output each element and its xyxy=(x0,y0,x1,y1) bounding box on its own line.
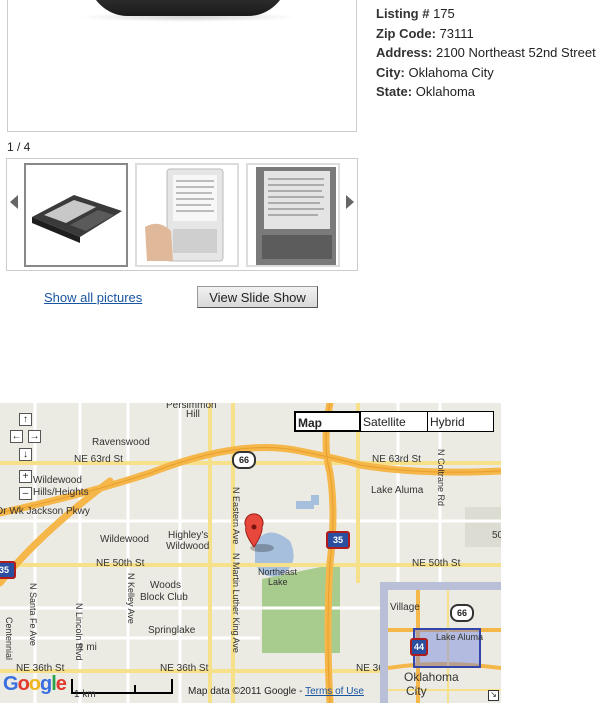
zip-code-row: Zip Code: 73111 xyxy=(376,25,474,41)
show-all-pictures-link[interactable]: Show all pictures xyxy=(44,290,142,305)
zip-code: 73111 xyxy=(439,25,474,41)
map-copyright: Map data ©2011 Google - Terms of Use xyxy=(188,686,364,697)
label-ne-50th-west: NE 50th St xyxy=(96,558,145,569)
listing-details: Listing # 175 Zip Code: 73111 Address: 2… xyxy=(376,4,596,102)
label-hill: Hill xyxy=(186,409,200,420)
thumbnail-3[interactable] xyxy=(246,163,340,267)
label-wildewood: Wildewood xyxy=(100,534,149,545)
scale-km: 1 km xyxy=(74,689,96,700)
label-wildewood-hills: Wildewood xyxy=(33,475,82,486)
map-type-map-button[interactable]: Map xyxy=(294,411,361,432)
kindle-hand-icon xyxy=(145,168,224,262)
address-row: Address: 2100 Northeast 52nd Street xyxy=(376,45,596,60)
google-logo[interactable]: Google xyxy=(3,673,67,696)
ov-label-village: Village xyxy=(390,602,420,613)
state-row: State: Oklahoma xyxy=(376,84,475,99)
photo-counter: 1 / 4 xyxy=(7,140,31,154)
label-centennial: Centennial xyxy=(4,617,14,661)
thumbnail-strip xyxy=(6,158,358,271)
ov-label-city: City xyxy=(406,684,427,698)
previous-arrow-icon[interactable] xyxy=(10,195,18,209)
thumbnail-2[interactable] xyxy=(135,163,239,267)
pan-up-icon[interactable]: ↑ xyxy=(19,413,32,426)
label-lake: Lake xyxy=(268,577,288,587)
state: Oklahoma xyxy=(415,84,475,99)
overview-map-inner: Village Lake Aluma Oklahoma City 66 44 xyxy=(388,590,501,703)
label-ne-63rd-west: NE 63rd St xyxy=(74,454,123,465)
terms-of-use-link[interactable]: Terms of Use xyxy=(305,686,364,697)
zoom-in-icon[interactable]: + xyxy=(19,470,32,483)
label-jackson-pkwy: Dr Wk Jackson Pkwy xyxy=(0,506,90,517)
i35-west-shield-icon: 35 xyxy=(0,561,16,579)
city: Oklahoma City xyxy=(408,64,494,80)
view-slide-show-button[interactable]: View Slide Show xyxy=(197,286,318,308)
pan-right-icon[interactable]: → xyxy=(28,430,41,443)
ov-us66-shield-icon: 66 xyxy=(450,604,474,622)
map-type-hybrid-button[interactable]: Hybrid xyxy=(427,411,494,432)
label-highleys: Highley's xyxy=(168,530,209,541)
listing-number: 175 xyxy=(433,6,455,21)
next-arrow-icon[interactable] xyxy=(346,195,354,209)
i35-shield-icon: 35 xyxy=(326,531,350,549)
pan-left-icon[interactable]: ← xyxy=(10,430,23,443)
us66-shield-icon: 66 xyxy=(232,451,256,469)
overview-map[interactable]: Village Lake Aluma Oklahoma City 66 44 ↘ xyxy=(380,582,501,703)
collapse-overview-icon[interactable]: ↘ xyxy=(488,690,499,701)
kindle-front-icon xyxy=(256,167,336,265)
pan-down-icon[interactable]: ↓ xyxy=(19,448,32,461)
label-northeast-lake: Northeast xyxy=(258,567,298,577)
label-springlake: Springlake xyxy=(148,625,196,636)
label-lake-aluma: Lake Aluma xyxy=(371,485,424,496)
label-ravenswood: Ravenswood xyxy=(92,437,150,448)
label-hills-heights: Hills/Heights xyxy=(33,487,89,498)
label-n-lincoln: N Lincoln Blvd xyxy=(74,603,84,661)
label-n-coltrane: N Coltrane Rd xyxy=(436,449,446,507)
label-ne-36th-east: NE 36th St xyxy=(160,663,209,674)
label-fifty: 50 xyxy=(492,530,501,541)
kindle-angled-icon xyxy=(32,195,122,243)
label-n-eastern: N Eastern Ave xyxy=(231,487,241,545)
google-map[interactable]: Persimmon Hill Ravenswood NE 63rd St NE … xyxy=(0,403,501,703)
label-block-club: Block Club xyxy=(140,592,188,603)
ov-i44-shield-icon: 44 xyxy=(410,638,428,656)
label-n-mlk: N Martin Luther King Ave xyxy=(231,553,241,653)
label-n-santa-fe: N Santa Fe Ave xyxy=(28,583,38,646)
listing-number-row: Listing # 175 xyxy=(376,6,455,21)
zoom-out-icon[interactable]: – xyxy=(19,487,32,500)
thumbnail-1[interactable] xyxy=(24,163,128,267)
label-ne-50th-east: NE 50th St xyxy=(412,558,461,569)
label-ne-63rd-east: NE 63rd St xyxy=(372,454,421,465)
address: 2100 Northeast 52nd Street xyxy=(435,45,596,60)
map-type-satellite-button[interactable]: Satellite xyxy=(360,411,428,432)
kindle-device-image xyxy=(88,0,288,16)
label-woods: Woods xyxy=(150,580,181,591)
label-highleys-wildwood: Wildwood xyxy=(166,541,210,552)
ov-label-lake-aluma: Lake Aluma xyxy=(436,632,484,642)
main-photo[interactable] xyxy=(7,0,357,132)
label-n-kelley: N Kelley Ave xyxy=(126,573,136,624)
city-row: City: Oklahoma City xyxy=(376,64,494,80)
ov-label-oklahoma: Oklahoma xyxy=(404,670,459,684)
